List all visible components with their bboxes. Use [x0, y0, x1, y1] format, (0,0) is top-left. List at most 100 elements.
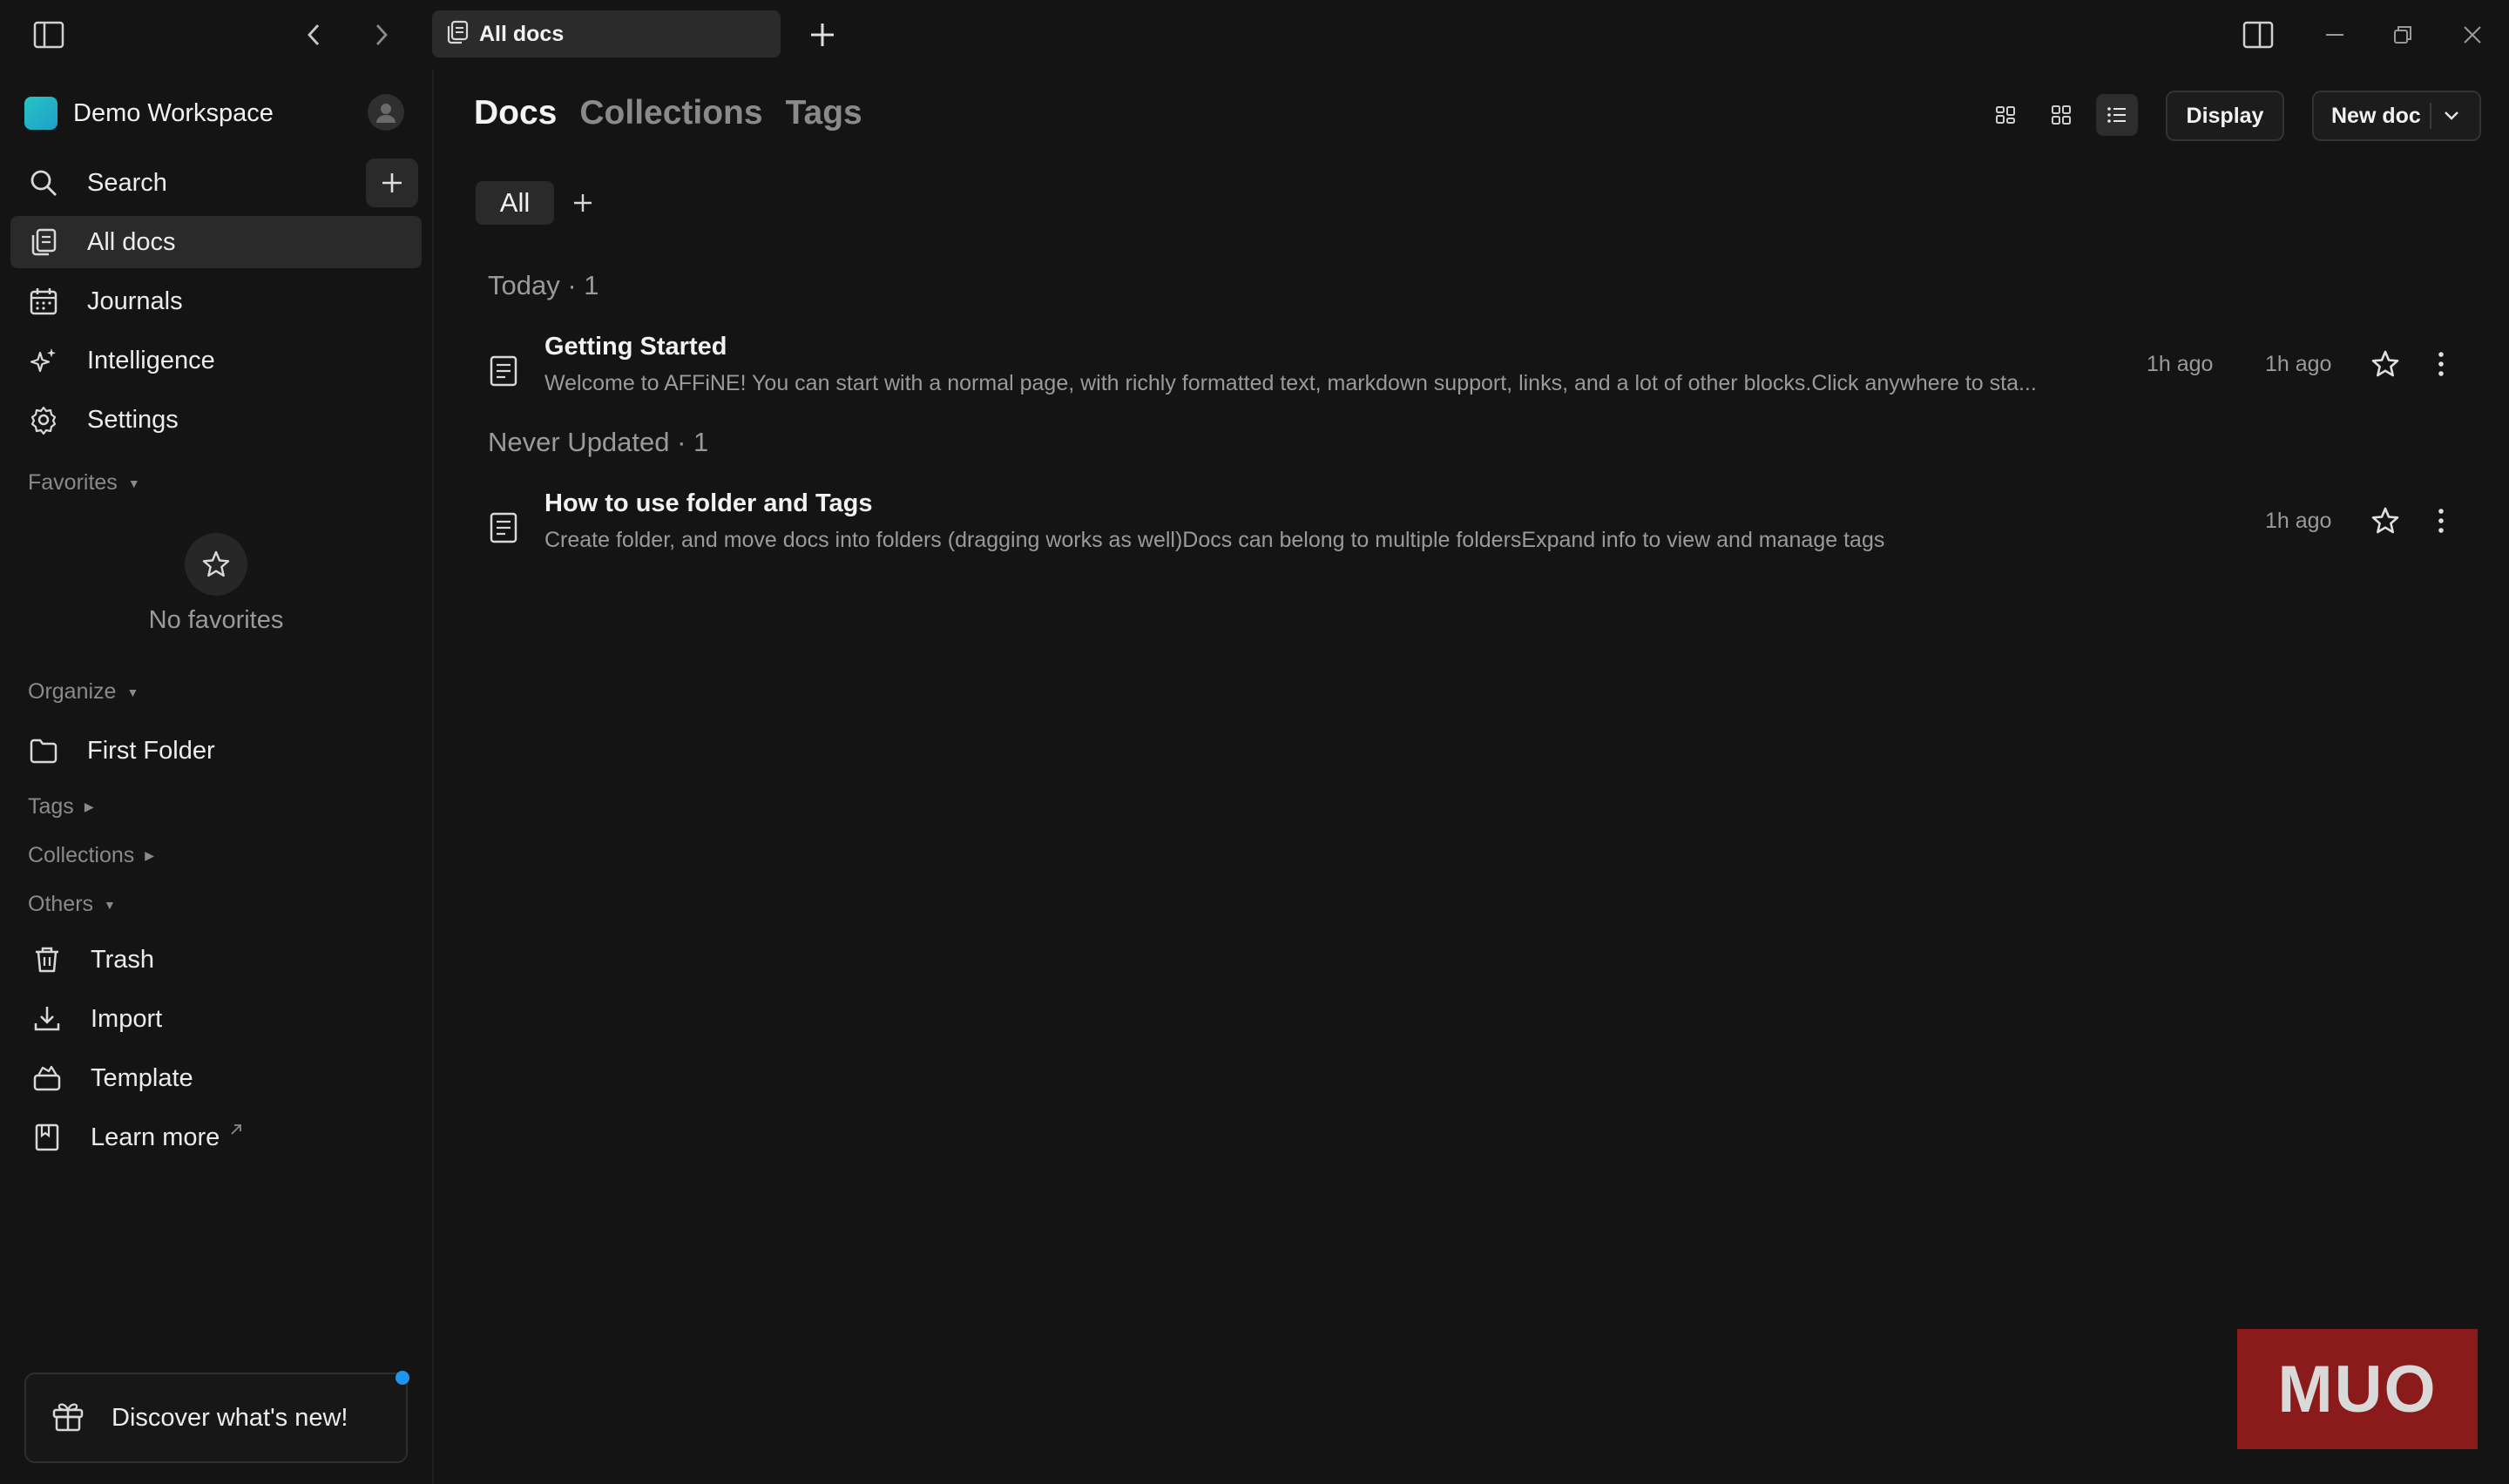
sidebar-item-first-folder[interactable]: First Folder	[10, 725, 422, 777]
minimize-icon[interactable]	[2314, 14, 2356, 56]
tab-all-docs[interactable]: All docs	[432, 10, 781, 57]
star-icon	[185, 533, 247, 596]
watermark-logo: MUO	[2237, 1329, 2478, 1449]
add-filter-icon[interactable]	[566, 186, 599, 219]
doc-created-time: 1h ago	[2147, 352, 2214, 376]
doc-row-getting-started[interactable]: Getting Started Welcome to AFFiNE! You c…	[476, 333, 2471, 420]
search-icon	[26, 165, 61, 200]
group-heading-never-updated: Never Updated · 1	[488, 427, 709, 457]
close-icon[interactable]	[2452, 14, 2493, 56]
tab-docs[interactable]: Docs	[474, 94, 557, 132]
doc-preview: Create folder, and move docs into folder…	[544, 528, 1885, 552]
tab-tags[interactable]: Tags	[786, 94, 862, 132]
sidebar-item-label: First Folder	[87, 736, 215, 765]
chevron-down-icon[interactable]	[2444, 111, 2459, 121]
title-bar: All docs	[0, 0, 2509, 70]
add-doc-button[interactable]	[366, 159, 418, 207]
docs-icon	[446, 20, 469, 49]
doc-created-time: 1h ago	[2265, 509, 2332, 533]
section-label: Others	[28, 892, 94, 916]
user-avatar[interactable]	[368, 94, 404, 131]
sidebar-item-label: All docs	[87, 227, 176, 256]
favorite-star-icon[interactable]	[2366, 345, 2404, 383]
app-window: All docs Demo Workspace Search All docs …	[0, 0, 2509, 1484]
favorites-section-header[interactable]: Favorites ▼	[28, 470, 140, 496]
sidebar-item-label: Import	[91, 1004, 163, 1033]
import-icon	[30, 1002, 64, 1036]
more-options-icon[interactable]	[2424, 345, 2458, 383]
external-link-icon	[230, 1123, 242, 1140]
sidebar-item-label: Settings	[87, 405, 179, 434]
tags-section-header[interactable]: Tags ▶	[28, 794, 94, 820]
sidebar-item-journals[interactable]: Journals	[10, 275, 422, 327]
more-options-icon[interactable]	[2424, 502, 2458, 540]
workspace-logo	[24, 97, 57, 130]
masonry-view-icon[interactable]	[1985, 94, 2026, 136]
page-icon	[484, 509, 523, 547]
sidebar-item-label: Search	[87, 168, 167, 197]
sidebar-item-label: Journals	[87, 287, 183, 315]
collections-section-header[interactable]: Collections ▶	[28, 843, 154, 868]
group-heading-today: Today · 1	[488, 270, 599, 300]
doc-updated-time: 1h ago	[2265, 352, 2332, 376]
section-label: Tags	[28, 794, 74, 819]
sidebar-item-label: Learn more	[91, 1123, 220, 1151]
notification-dot	[396, 1371, 409, 1385]
caret-down-icon: ▼	[126, 685, 139, 699]
discover-label: Discover what's new!	[112, 1403, 348, 1432]
new-doc-button[interactable]: New doc	[2312, 91, 2481, 141]
sidebar-item-settings[interactable]: Settings	[10, 394, 422, 446]
caret-down-icon: ▼	[127, 476, 140, 490]
folder-icon	[26, 733, 61, 768]
right-sidebar-toggle-icon[interactable]	[2237, 14, 2279, 56]
back-icon[interactable]	[293, 14, 335, 56]
sidebar-item-trash[interactable]: Trash	[14, 934, 425, 986]
favorite-star-icon[interactable]	[2366, 502, 2404, 540]
caret-right-icon: ▶	[84, 799, 94, 813]
gear-icon	[26, 402, 61, 437]
workspace-switcher[interactable]: Demo Workspace	[24, 94, 274, 132]
sidebar-divider	[432, 70, 434, 1484]
sparkle-icon	[26, 343, 61, 378]
organize-section-header[interactable]: Organize ▼	[28, 679, 139, 705]
trash-icon	[30, 942, 64, 977]
others-section-header[interactable]: Others ▼	[28, 892, 116, 917]
sidebar-item-label: Template	[91, 1063, 193, 1092]
doc-preview: Welcome to AFFiNE! You can start with a …	[544, 371, 2037, 395]
workspace-name: Demo Workspace	[73, 98, 274, 127]
view-tabs: Docs Collections Tags	[474, 94, 885, 132]
doc-title: How to use folder and Tags	[544, 489, 873, 517]
calendar-icon	[26, 284, 61, 319]
book-icon	[30, 1120, 64, 1155]
grid-view-icon[interactable]	[2040, 94, 2082, 136]
doc-row-how-to-use-folder-and-tags[interactable]: How to use folder and Tags Create folder…	[476, 489, 2471, 577]
docs-icon	[26, 225, 61, 260]
sidebar-toggle-icon[interactable]	[28, 14, 70, 56]
watermark-text: MUO	[2277, 1352, 2438, 1427]
restore-icon[interactable]	[2382, 14, 2424, 56]
sidebar-item-import[interactable]: Import	[14, 993, 425, 1045]
forward-icon[interactable]	[361, 14, 402, 56]
new-tab-icon[interactable]	[801, 14, 843, 56]
section-label: Favorites	[28, 470, 118, 495]
filter-all-chip[interactable]: All	[476, 181, 554, 225]
display-button[interactable]: Display	[2166, 91, 2284, 141]
section-label: Organize	[28, 679, 117, 704]
list-view-icon[interactable]	[2096, 94, 2138, 136]
sidebar-item-search[interactable]: Search	[10, 157, 422, 209]
sidebar-item-all-docs[interactable]: All docs	[10, 216, 422, 268]
no-favorites-text: No favorites	[148, 606, 284, 634]
template-icon	[30, 1061, 64, 1096]
page-icon	[484, 352, 523, 390]
sidebar-item-learn-more[interactable]: Learn more	[14, 1111, 425, 1164]
sidebar-item-template[interactable]: Template	[14, 1052, 425, 1104]
discover-whats-new-button[interactable]: Discover what's new!	[24, 1373, 408, 1463]
caret-down-icon: ▼	[104, 897, 116, 912]
sidebar-item-label: Trash	[91, 945, 155, 974]
doc-title: Getting Started	[544, 333, 727, 361]
new-doc-label: New doc	[2331, 103, 2421, 128]
tab-collections[interactable]: Collections	[579, 94, 762, 132]
caret-right-icon: ▶	[145, 848, 155, 862]
sidebar-item-intelligence[interactable]: Intelligence	[10, 334, 422, 387]
sidebar-item-label: Intelligence	[87, 346, 215, 374]
